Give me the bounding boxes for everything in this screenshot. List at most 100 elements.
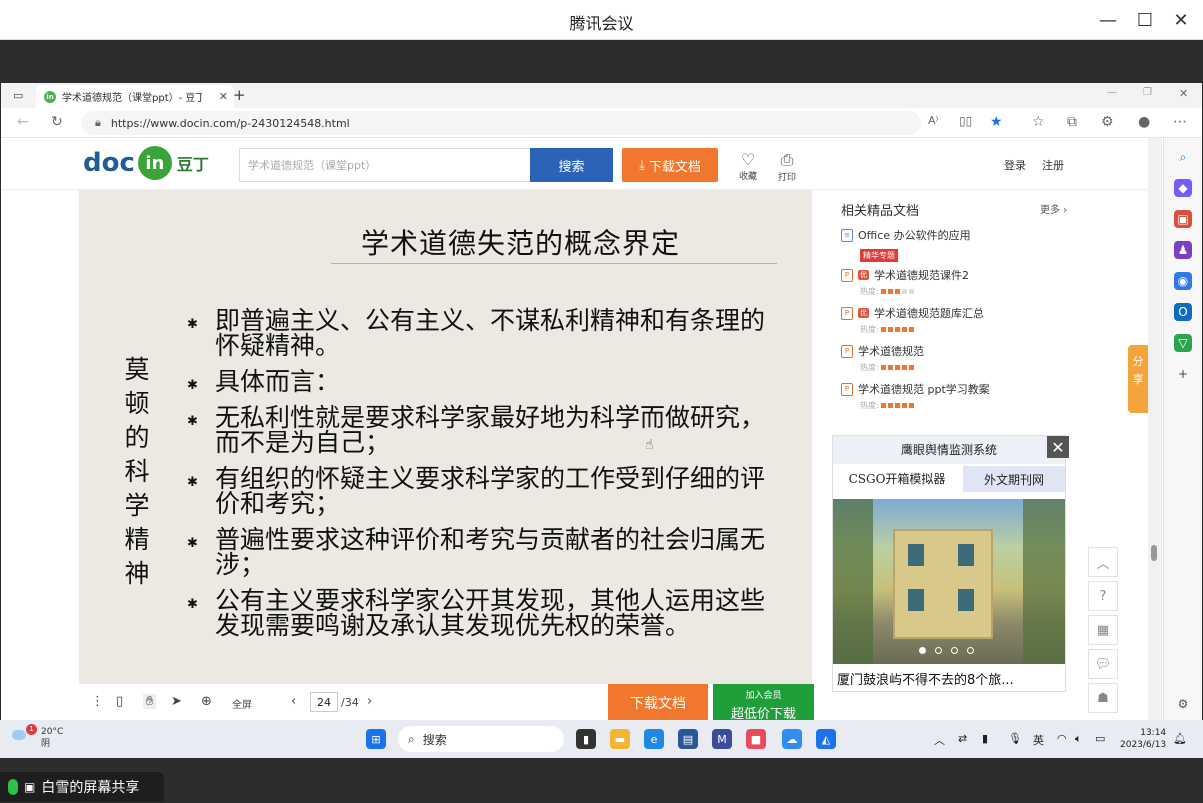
app-icon[interactable]: M <box>712 729 732 749</box>
viewer-download-button[interactable]: 下载文档 <box>608 684 708 720</box>
profile-icon[interactable]: ● <box>1138 114 1150 130</box>
new-tab-icon[interactable]: + <box>233 86 246 104</box>
fullscreen-button[interactable]: 全屏 <box>232 696 252 711</box>
advertisement[interactable]: 鹰眼舆情监测系统 ✕ CSGO开箱模拟器 外文期刊网 厦门鼓浪屿不得不去的8个旅… <box>832 435 1069 692</box>
sidebar-add-icon[interactable]: + <box>1174 365 1192 383</box>
back-icon[interactable]: ← <box>17 114 29 130</box>
ad-close-icon[interactable]: ✕ <box>1047 436 1069 458</box>
browser-tab[interactable]: in 学术道德规范（课堂ppt）- 豆丁网 ✕ <box>36 85 234 108</box>
ad-tab-csgo[interactable]: CSGO开箱模拟器 <box>833 466 961 492</box>
search-input[interactable]: 学术道德规范（课堂ppt） <box>239 148 531 182</box>
file-explorer-icon[interactable]: ▬ <box>610 729 630 749</box>
page-number-input[interactable]: 24 <box>310 692 338 712</box>
url-field[interactable]: 🔒︎ https://www.docin.com/p-2430124548.ht… <box>81 111 921 135</box>
cloud-app-icon[interactable]: ☁ <box>782 729 802 749</box>
battery-icon[interactable]: ▭ <box>1095 732 1105 745</box>
screen-share-indicator[interactable]: ▣ 白雪的屏幕共享 <box>0 772 164 802</box>
screen-share-label: 白雪的屏幕共享 <box>41 780 140 796</box>
carousel-dots[interactable] <box>919 647 974 654</box>
related-item[interactable]: P 优学术道德规范课件2 热度: <box>841 267 1071 297</box>
qrcode-icon[interactable]: ▦ <box>1088 615 1118 645</box>
related-more-link[interactable]: 更多 › <box>1040 201 1067 216</box>
close-icon[interactable]: ✕ <box>1166 8 1196 32</box>
sidebar-games-icon[interactable]: ♟ <box>1174 241 1192 259</box>
share-side-tab[interactable]: 分享 <box>1128 345 1148 413</box>
start-icon[interactable]: ⊞ <box>366 729 386 749</box>
register-link[interactable]: 注册 <box>1042 157 1064 173</box>
browser-minimize-icon[interactable]: — <box>1107 87 1117 98</box>
select-tool-icon[interactable]: ➤ <box>171 694 182 709</box>
sidebar-toggle-icon[interactable]: ▯ <box>116 694 123 709</box>
browser-close-icon[interactable]: ✕ <box>1179 87 1188 100</box>
maximize-icon[interactable]: ☐ <box>1130 8 1160 32</box>
next-page-icon[interactable]: › <box>367 694 372 709</box>
volume-icon[interactable]: 🔈︎ <box>1075 732 1082 746</box>
print-button[interactable]: ⎙ 打印 <box>772 150 802 183</box>
tab-close-icon[interactable]: ✕ <box>219 90 228 103</box>
favorite-star-icon[interactable]: ★ <box>990 114 1003 130</box>
back-to-top-icon[interactable]: ︿ <box>1088 547 1118 577</box>
edge-icon[interactable]: e <box>644 729 664 749</box>
ad-tab-journal[interactable]: 外文期刊网 <box>963 466 1065 492</box>
related-item[interactable]: ≡ Office 办公软件的应用 精华专题 <box>841 227 1071 262</box>
browser-restore-icon[interactable]: ❐ <box>1143 87 1152 98</box>
clock[interactable]: 13:14 2023/6/13 <box>1120 727 1166 751</box>
sidebar-drop-icon[interactable]: ▽ <box>1174 334 1192 352</box>
sidebar-shopping-icon[interactable]: ◆ <box>1174 179 1192 197</box>
minimize-icon[interactable]: — <box>1093 8 1123 32</box>
help-icon[interactable]: ? <box>1088 581 1118 611</box>
store-icon[interactable]: ▤ <box>678 729 698 749</box>
sidebar-copilot-icon[interactable]: ◉ <box>1174 272 1192 290</box>
search-button[interactable]: 搜索 <box>530 148 613 182</box>
wifi-icon[interactable]: ◠ <box>1057 732 1067 745</box>
ppt-badge-icon: 优 <box>858 270 869 280</box>
related-item[interactable]: P 优学术道德规范题库汇总 热度: <box>841 305 1071 335</box>
favorite-button[interactable]: ♡ 收藏 <box>733 150 763 182</box>
slide-bullet: 具体而言： <box>187 369 787 398</box>
hand-tool-icon[interactable]: ✋︎ <box>143 694 157 709</box>
related-item[interactable]: P 学术道德规范 热度: <box>841 343 1071 373</box>
scrollbar-thumb[interactable] <box>1151 545 1157 561</box>
app-red-icon[interactable]: ■ <box>746 729 766 749</box>
tray-app2-icon[interactable]: ▮ <box>982 732 988 745</box>
tray-app-icon[interactable]: ⇄ <box>958 732 967 745</box>
wechat-icon[interactable]: 💬︎ <box>1088 649 1118 679</box>
meeting-app-icon[interactable]: ◭ <box>816 729 836 749</box>
favorites-list-icon[interactable]: ☆ <box>1032 114 1045 130</box>
ad-caption[interactable]: 厦门鼓浪屿不得不去的8个旅... <box>837 669 1014 688</box>
vip-download-button[interactable]: 加入会员 超低价下载 <box>713 684 814 720</box>
tab-actions-icon[interactable]: ▭ <box>13 89 23 102</box>
task-view-icon[interactable]: ▮ <box>576 729 596 749</box>
split-screen-icon[interactable]: ▯▯ <box>959 114 972 128</box>
taskbar-search[interactable]: ⌕ 搜索 <box>398 726 564 752</box>
qq-icon[interactable]: ☗ <box>1088 683 1118 713</box>
tray-expand-icon[interactable]: ︿ <box>934 732 945 748</box>
login-link[interactable]: 登录 <box>1004 157 1026 173</box>
zoom-in-icon[interactable]: ⊕ <box>201 694 212 709</box>
sidebar-settings-icon[interactable]: ⚙ <box>1174 695 1192 713</box>
more-vertical-icon[interactable]: ⋮ <box>91 694 104 709</box>
browser-sidebar: ⌕ ◆ ▣ ♟ ◉ O ▽ + ⚙ <box>1163 138 1202 720</box>
notification-icon[interactable]: 🔔︎ <box>1173 732 1187 745</box>
prev-page-icon[interactable]: ‹ <box>291 694 296 709</box>
page-total: /34 <box>341 696 359 709</box>
read-aloud-icon[interactable]: A⁾ <box>928 114 938 127</box>
weather-desc: 阴 <box>41 739 51 749</box>
refresh-icon[interactable]: ↻ <box>51 114 63 130</box>
download-doc-button[interactable]: ⤓ 下载文档 <box>622 148 718 182</box>
collections-icon[interactable]: ⧉ <box>1067 114 1077 130</box>
page-scrollbar[interactable] <box>1148 138 1162 720</box>
taskbar: 1 20°C 阴 ⊞ ⌕ 搜索 ▮ ▬ e ▤ M ■ ☁ ◭ ︿ ⇄ ▮ 🎙︎… <box>0 720 1203 758</box>
weather-widget[interactable]: 1 20°C 阴 <box>12 724 63 750</box>
more-menu-icon[interactable]: ⋯ <box>1173 114 1187 130</box>
meeting-title-bar: 腾讯会议 — ☐ ✕ <box>0 0 1203 40</box>
related-item[interactable]: P 学术道德规范 ppt学习教案 热度: <box>841 381 1071 411</box>
ad-photo[interactable] <box>833 499 1065 664</box>
docin-logo[interactable]: doc in 豆丁 <box>83 146 209 180</box>
sidebar-search-icon[interactable]: ⌕ <box>1174 148 1192 166</box>
input-language[interactable]: 英 <box>1033 732 1044 748</box>
sidebar-tools-icon[interactable]: ▣ <box>1174 210 1192 228</box>
sidebar-outlook-icon[interactable]: O <box>1174 303 1192 321</box>
microphone-icon[interactable]: 🎙︎ <box>1008 732 1022 745</box>
extensions-icon[interactable]: ⚙ <box>1101 114 1114 130</box>
